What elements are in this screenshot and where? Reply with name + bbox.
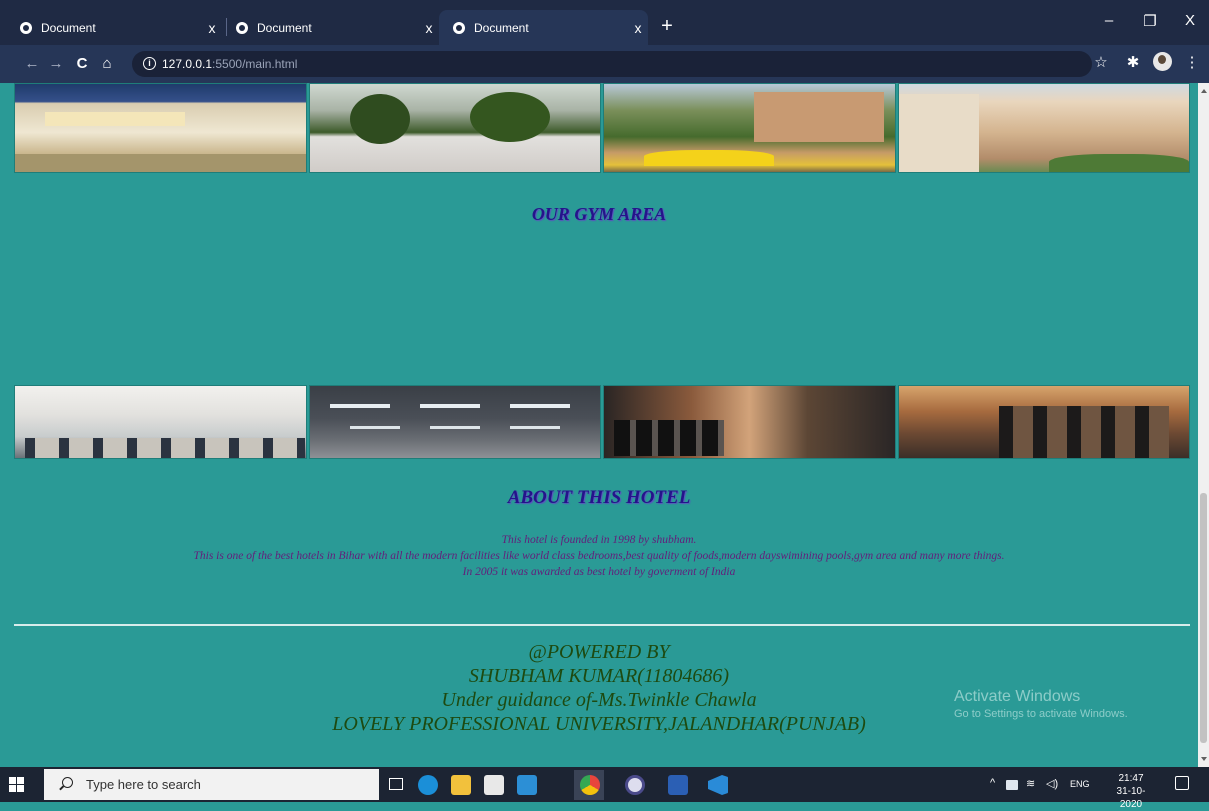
hotel-palm-garden-photo bbox=[308, 83, 601, 173]
tab-close-button[interactable]: x bbox=[202, 20, 222, 36]
gym-gallery bbox=[14, 385, 1190, 459]
about-hotel-text: This hotel is founded in 1998 by shubham… bbox=[0, 532, 1198, 580]
about-line: This is one of the best hotels in Bihar … bbox=[193, 550, 1005, 562]
vscode-icon[interactable] bbox=[708, 775, 728, 795]
restore-button[interactable]: ❐ bbox=[1138, 12, 1162, 30]
file-explorer-icon[interactable] bbox=[451, 775, 471, 795]
tab-document-1[interactable]: Document x bbox=[6, 10, 222, 45]
clock-date: 31-10-2020 bbox=[1116, 786, 1146, 810]
scrollbar-thumb[interactable] bbox=[1200, 493, 1207, 743]
windows-start-icon[interactable] bbox=[9, 777, 25, 793]
hotel-pool-umbrellas-photo bbox=[603, 83, 896, 173]
about-hotel-heading: ABOUT THIS HOTEL bbox=[507, 487, 691, 508]
minimize-button[interactable]: – bbox=[1097, 12, 1121, 29]
hotel-gallery bbox=[14, 83, 1190, 173]
chrome-icon[interactable] bbox=[580, 775, 600, 795]
tab-close-button[interactable]: x bbox=[419, 20, 439, 36]
clock-time: 21:47 bbox=[1118, 773, 1144, 784]
hotel-exterior-photo bbox=[897, 83, 1190, 173]
browser-menu-icon[interactable]: ⋮ bbox=[1181, 53, 1203, 71]
tray-chevron-icon[interactable]: ^ bbox=[990, 777, 995, 789]
about-line: This hotel is founded in 1998 by shubham… bbox=[501, 534, 697, 546]
gym-weights-photo bbox=[603, 385, 896, 459]
notification-center-icon[interactable] bbox=[1175, 776, 1189, 790]
browser-tab-strip: Document x Document x Document x + – ❐ X bbox=[0, 0, 1209, 45]
tab-label: Document bbox=[474, 20, 529, 35]
forward-button[interactable]: → bbox=[46, 54, 66, 74]
tab-document-2[interactable]: Document x bbox=[222, 10, 439, 45]
home-button[interactable]: ⌂ bbox=[97, 54, 117, 74]
page-viewport: OUR GYM AREA ABOUT THIS HOTEL This hotel… bbox=[0, 83, 1198, 767]
hotel-lobby-photo bbox=[14, 83, 307, 173]
footer-line: @POWERED BY bbox=[528, 641, 670, 663]
task-view-icon[interactable] bbox=[389, 778, 403, 790]
about-line: In 2005 it was awarded as best hotel by … bbox=[462, 566, 736, 578]
horizontal-rule bbox=[14, 624, 1190, 626]
system-clock[interactable]: 21:47 31-10-2020 bbox=[1108, 772, 1154, 811]
mail-icon[interactable] bbox=[517, 775, 537, 795]
taskbar-search-placeholder[interactable]: Type here to search bbox=[86, 777, 201, 792]
new-tab-button[interactable]: + bbox=[658, 16, 676, 36]
profile-avatar[interactable] bbox=[1153, 52, 1172, 71]
media-icon[interactable] bbox=[625, 775, 645, 795]
gym-hall-photo bbox=[14, 385, 307, 459]
word-icon[interactable] bbox=[668, 775, 688, 795]
store-icon[interactable] bbox=[484, 775, 504, 795]
edge-icon[interactable] bbox=[418, 775, 438, 795]
tab-close-button[interactable]: x bbox=[628, 20, 648, 36]
scroll-up-arrow-icon[interactable] bbox=[1201, 89, 1207, 93]
url-host: 127.0.0.1 bbox=[162, 57, 213, 71]
close-window-button[interactable]: X bbox=[1178, 12, 1202, 29]
tab-document-3[interactable]: Document x bbox=[439, 10, 648, 45]
tab-label: Document bbox=[257, 20, 312, 35]
windows-taskbar: Type here to search ^ ≋ ◁) ENG 21:47 31-… bbox=[0, 767, 1209, 810]
gym-machines-photo bbox=[897, 385, 1190, 459]
bookmark-star-icon[interactable]: ☆ bbox=[1090, 53, 1112, 71]
url-text[interactable]: 127.0.0.1:5500/main.html bbox=[162, 57, 297, 71]
gym-ceiling-photo bbox=[308, 385, 601, 459]
vertical-scrollbar[interactable] bbox=[1198, 83, 1209, 767]
watermark-title: Activate Windows bbox=[954, 688, 1081, 705]
extensions-icon[interactable]: ✱ bbox=[1122, 53, 1144, 71]
site-info-icon[interactable]: i bbox=[143, 57, 156, 70]
language-indicator[interactable]: ENG bbox=[1070, 779, 1090, 789]
network-icon[interactable]: ≋ bbox=[1026, 777, 1035, 790]
globe-icon bbox=[236, 21, 248, 34]
tab-label: Document bbox=[41, 20, 96, 35]
battery-icon[interactable] bbox=[1006, 780, 1018, 790]
watermark-subtitle: Go to Settings to activate Windows. bbox=[954, 708, 1128, 720]
footer-line: SHUBHAM KUMAR(11804686) bbox=[468, 665, 730, 687]
globe-icon bbox=[20, 21, 32, 34]
back-button[interactable]: ← bbox=[22, 54, 42, 74]
search-icon bbox=[62, 777, 73, 788]
gym-area-heading: OUR GYM AREA bbox=[531, 204, 667, 224]
url-path: :5500/main.html bbox=[212, 57, 298, 71]
volume-icon[interactable]: ◁) bbox=[1046, 777, 1058, 790]
reload-button[interactable]: C bbox=[72, 54, 92, 74]
globe-icon bbox=[453, 21, 465, 34]
scroll-down-arrow-icon[interactable] bbox=[1201, 757, 1207, 761]
activate-windows-watermark: Activate Windows Go to Settings to activ… bbox=[954, 688, 1128, 720]
